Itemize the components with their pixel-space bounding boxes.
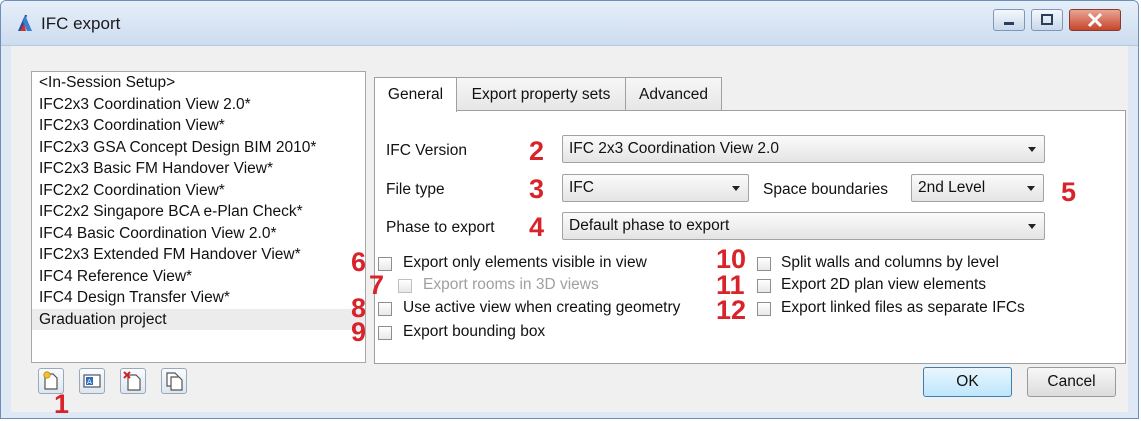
export-visible-elements-checkbox[interactable] bbox=[378, 257, 392, 271]
setup-list-item[interactable]: IFC4 Reference View* bbox=[32, 266, 365, 288]
setup-list-item[interactable]: IFC2x3 Basic FM Handover View* bbox=[32, 158, 365, 180]
ifc-export-window: IFC export <In-Session Setup> IFC2x3 Coor… bbox=[0, 0, 1139, 419]
setup-list[interactable]: <In-Session Setup> IFC2x3 Coordination Vi… bbox=[31, 71, 366, 363]
chevron-down-icon bbox=[1028, 224, 1036, 229]
chevron-down-icon bbox=[1027, 186, 1035, 191]
tab-general[interactable]: General bbox=[374, 77, 457, 112]
restore-icon bbox=[1041, 14, 1053, 25]
tab-advanced[interactable]: Advanced bbox=[625, 77, 722, 110]
annotation-4: 4 bbox=[529, 212, 545, 242]
phase-to-export-label: Phase to export bbox=[386, 219, 495, 236]
ifc-version-dropdown[interactable]: IFC 2x3 Coordination View 2.0 bbox=[562, 135, 1045, 163]
minimize-icon bbox=[1004, 22, 1014, 25]
annotation-9: 9 bbox=[351, 317, 367, 347]
phase-to-export-dropdown[interactable]: Default phase to export bbox=[562, 212, 1045, 240]
export-bounding-box-checkbox[interactable] bbox=[378, 326, 392, 340]
delete-setup-icon bbox=[123, 371, 141, 391]
file-type-value: IFC bbox=[569, 179, 594, 196]
export-rooms-3d-checkbox[interactable] bbox=[398, 279, 412, 293]
split-walls-label: Split walls and columns by level bbox=[781, 254, 999, 271]
setup-list-item[interactable]: IFC4 Basic Coordination View 2.0* bbox=[32, 223, 365, 245]
setup-list-item[interactable]: Graduation project bbox=[32, 308, 365, 330]
setup-list-item[interactable]: IFC4 Design Transfer View* bbox=[32, 287, 365, 309]
setup-list-item[interactable]: IFC2x3 Extended FM Handover View* bbox=[32, 244, 365, 266]
ifc-version-value: IFC 2x3 Coordination View 2.0 bbox=[569, 140, 779, 157]
duplicate-setup-button[interactable] bbox=[161, 368, 187, 394]
annotation-6: 6 bbox=[351, 247, 367, 277]
delete-setup-button[interactable] bbox=[120, 368, 146, 394]
close-button[interactable] bbox=[1069, 9, 1121, 31]
rename-setup-icon: A bbox=[83, 374, 101, 388]
svg-text:A: A bbox=[87, 378, 92, 386]
duplicate-setup-icon bbox=[166, 372, 183, 391]
use-active-view-label: Use active view when creating geometry bbox=[403, 299, 681, 316]
ifc-version-label: IFC Version bbox=[386, 142, 467, 159]
ok-button[interactable]: OK bbox=[923, 367, 1012, 397]
export-visible-elements-label: Export only elements visible in view bbox=[403, 254, 647, 271]
window-title: IFC export bbox=[41, 14, 121, 33]
file-type-label: File type bbox=[386, 181, 445, 198]
tab-export-property-sets[interactable]: Export property sets bbox=[456, 77, 626, 110]
chevron-down-icon bbox=[1028, 147, 1036, 152]
revit-app-icon bbox=[18, 15, 32, 31]
chevron-down-icon bbox=[732, 186, 740, 191]
export-linked-files-label: Export linked files as separate IFCs bbox=[781, 299, 1025, 316]
export-2d-plan-label: Export 2D plan view elements bbox=[781, 276, 987, 293]
annotation-5: 5 bbox=[1061, 177, 1077, 207]
setup-list-item[interactable]: IFC2x3 GSA Concept Design BIM 2010* bbox=[32, 137, 365, 159]
annotation-12: 12 bbox=[716, 295, 747, 325]
space-boundaries-dropdown[interactable]: 2nd Level bbox=[911, 174, 1044, 202]
annotation-1: 1 bbox=[54, 389, 70, 419]
export-linked-files-checkbox[interactable] bbox=[757, 302, 771, 316]
maximize-button[interactable] bbox=[1031, 9, 1063, 31]
space-boundaries-label: Space boundaries bbox=[763, 181, 888, 198]
dialog-body: <In-Session Setup> IFC2x3 Coordination Vi… bbox=[11, 46, 1128, 418]
split-walls-checkbox[interactable] bbox=[757, 257, 771, 271]
file-type-dropdown[interactable]: IFC bbox=[562, 174, 749, 202]
title-bar[interactable]: IFC export bbox=[1, 1, 1138, 46]
annotation-7: 7 bbox=[369, 270, 385, 300]
close-icon bbox=[1087, 12, 1103, 28]
annotation-3: 3 bbox=[529, 174, 545, 204]
use-active-view-checkbox[interactable] bbox=[378, 302, 392, 316]
annotation-10: 10 bbox=[716, 244, 747, 274]
export-2d-plan-checkbox[interactable] bbox=[757, 279, 771, 293]
setup-list-item[interactable]: IFC2x2 Coordination View* bbox=[32, 180, 365, 202]
setup-list-item[interactable]: IFC2x2 Singapore BCA e-Plan Check* bbox=[32, 201, 365, 223]
cancel-button[interactable]: Cancel bbox=[1027, 367, 1116, 397]
setup-list-item[interactable]: IFC2x3 Coordination View 2.0* bbox=[32, 94, 365, 116]
setup-list-item[interactable]: IFC2x3 Coordination View* bbox=[32, 115, 365, 137]
export-bounding-box-label: Export bounding box bbox=[403, 323, 546, 340]
phase-to-export-value: Default phase to export bbox=[569, 217, 730, 234]
space-boundaries-value: 2nd Level bbox=[918, 179, 986, 196]
annotation-2: 2 bbox=[529, 136, 545, 166]
export-rooms-3d-label: Export rooms in 3D views bbox=[423, 276, 599, 293]
minimize-button[interactable] bbox=[993, 9, 1025, 31]
setup-list-item[interactable]: <In-Session Setup> bbox=[32, 72, 365, 94]
rename-setup-button[interactable]: A bbox=[79, 368, 105, 394]
